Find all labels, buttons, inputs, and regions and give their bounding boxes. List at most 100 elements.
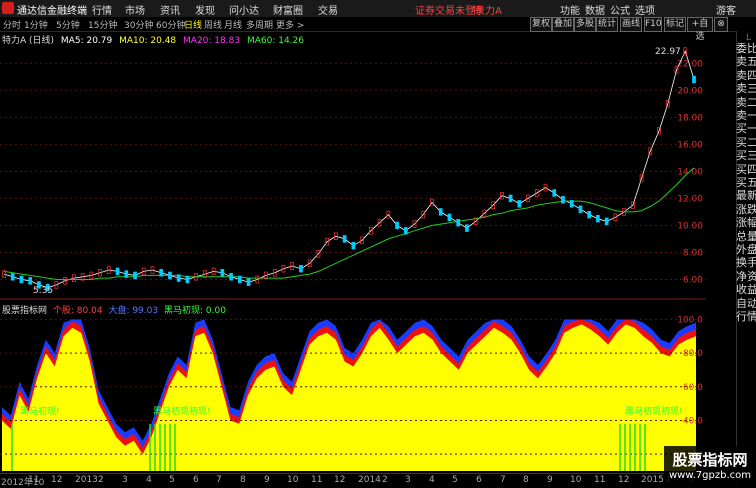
candle <box>395 221 399 230</box>
time-tick-label: 2013 <box>75 475 98 485</box>
app-logo-icon <box>2 2 14 14</box>
time-tick-label: 5 <box>169 475 175 485</box>
kline-chart[interactable]: 6.00 8.00 10.00 12.00 14.00 16.00 18.00 20.00 22… <box>0 31 706 300</box>
period-30min[interactable]: 30分钟 <box>124 18 153 31</box>
time-tick-label: 7 <box>216 475 222 485</box>
time-tick-label: 3 <box>405 475 411 485</box>
time-tick-label: 12 <box>618 475 630 485</box>
time-tick-label: 8 <box>240 475 246 485</box>
y-tick-label: 40.0 <box>683 416 703 426</box>
period-daily[interactable]: 日线 <box>184 18 202 31</box>
indicator-area-yellow <box>2 324 696 471</box>
menu-discover[interactable]: 发现 <box>195 2 215 17</box>
candle <box>10 273 15 281</box>
f10-button[interactable]: F10 <box>644 17 662 32</box>
menu-trade[interactable]: 交易 <box>318 2 338 17</box>
time-tick-label: 6 <box>476 475 482 485</box>
darkhorse-tag: 黑马初现! <box>20 407 60 417</box>
watermark-url: www.7gpzb.com <box>669 470 751 481</box>
darkhorse-tag: 黑马初现初现! <box>625 407 683 417</box>
time-tick-label: 3 <box>122 475 128 485</box>
menu-quotes[interactable]: 行情 <box>92 2 112 17</box>
statistics-button[interactable]: 统计 <box>596 17 618 32</box>
user-guest[interactable]: 游客 <box>716 2 736 17</box>
menu-data[interactable]: 数据 <box>585 2 605 17</box>
menu-formula[interactable]: 公式 <box>610 2 630 17</box>
y-tick-label: 80.0 <box>683 349 703 359</box>
time-tick-label: 4 <box>429 475 435 485</box>
y-tick-label: 14.00 <box>677 167 703 177</box>
period-15min[interactable]: 15分钟 <box>88 18 117 31</box>
time-tick-label: 2 <box>382 475 388 485</box>
time-tick-label: 9 <box>547 475 553 485</box>
period-more[interactable]: 更多 > <box>276 18 304 31</box>
candle <box>456 219 461 227</box>
restore-rights-button[interactable]: 复权 <box>530 17 552 32</box>
candle <box>124 270 129 278</box>
candle <box>133 271 137 280</box>
mark-button[interactable]: 标记 <box>664 17 686 32</box>
time-tick-label: 5 <box>452 475 458 485</box>
menu-market[interactable]: 市场 <box>125 2 145 17</box>
candle <box>115 267 120 276</box>
time-tick-label: 4 <box>146 475 152 485</box>
time-tick-label: 9 <box>264 475 270 485</box>
l2-badge-icon: L <box>746 33 752 43</box>
menu-ask[interactable]: 问小达 <box>229 2 259 17</box>
y-tick-label: 20.00 <box>677 86 703 96</box>
quote-panel-item[interactable]: 行情 <box>736 308 756 324</box>
high-label: 22.97 <box>655 47 681 57</box>
time-tick-label: 10 <box>570 475 582 485</box>
candle <box>508 194 513 203</box>
candle <box>517 200 522 208</box>
time-tick-label: 2015 <box>641 475 664 485</box>
overlay-button[interactable]: 叠加 <box>552 17 574 32</box>
period-intraday[interactable]: 分时 <box>3 18 21 31</box>
time-tick-label: 11 <box>594 475 606 485</box>
y-tick-label: 100.0 <box>677 315 703 325</box>
candle <box>342 235 347 243</box>
menu-function[interactable]: 功能 <box>560 2 580 17</box>
y-tick-label: 18.00 <box>677 113 703 123</box>
candle <box>176 274 181 282</box>
candle <box>438 208 443 216</box>
menu-options[interactable]: 选项 <box>635 2 655 17</box>
y-tick-label: 60.0 <box>683 383 703 393</box>
close-icon[interactable]: ⊗ <box>714 17 728 32</box>
candle <box>604 217 609 226</box>
candle <box>465 224 469 232</box>
time-tick-label: 12 <box>334 475 346 485</box>
time-tick-label: 11 <box>311 475 323 485</box>
period-multi[interactable]: 多周期 <box>246 18 273 31</box>
menu-news[interactable]: 资讯 <box>160 2 180 17</box>
menu-wealth[interactable]: 财富圈 <box>273 2 303 17</box>
candle <box>578 205 583 213</box>
series-ma60 <box>3 167 695 280</box>
add-favorite-button[interactable]: +自选 <box>687 17 713 42</box>
candle <box>351 241 356 250</box>
candle <box>19 275 24 284</box>
candle <box>220 269 225 277</box>
draw-line-button[interactable]: 画线 <box>620 17 642 32</box>
y-tick-label: 12.00 <box>677 194 703 204</box>
candle <box>596 214 600 223</box>
period-1min[interactable]: 1分钟 <box>24 18 48 31</box>
multi-stock-button[interactable]: 多股 <box>574 17 596 32</box>
period-60min[interactable]: 60分钟 <box>156 18 185 31</box>
time-tick-label: 10 <box>287 475 299 485</box>
candle <box>229 273 233 281</box>
period-5min[interactable]: 5分钟 <box>56 18 80 31</box>
y-tick-label: 8.00 <box>683 248 703 258</box>
time-tick-label: 2014 <box>358 475 381 485</box>
time-tick-label: 6 <box>193 475 199 485</box>
candle <box>299 264 303 273</box>
low-label: 5.35 <box>33 286 54 296</box>
period-weekly[interactable]: 周线 <box>204 18 222 31</box>
candle <box>237 275 242 284</box>
darkhorse-tag: 黑马初现初现! <box>153 407 211 417</box>
candle <box>552 189 557 197</box>
watermark: 股票指标网 www.7gpzb.com <box>664 446 756 487</box>
period-monthly[interactable]: 月线 <box>224 18 242 31</box>
y-tick-label: 16.00 <box>677 140 703 150</box>
indicator-chart[interactable]: 20.040.060.080.0100.0 <box>0 302 706 473</box>
